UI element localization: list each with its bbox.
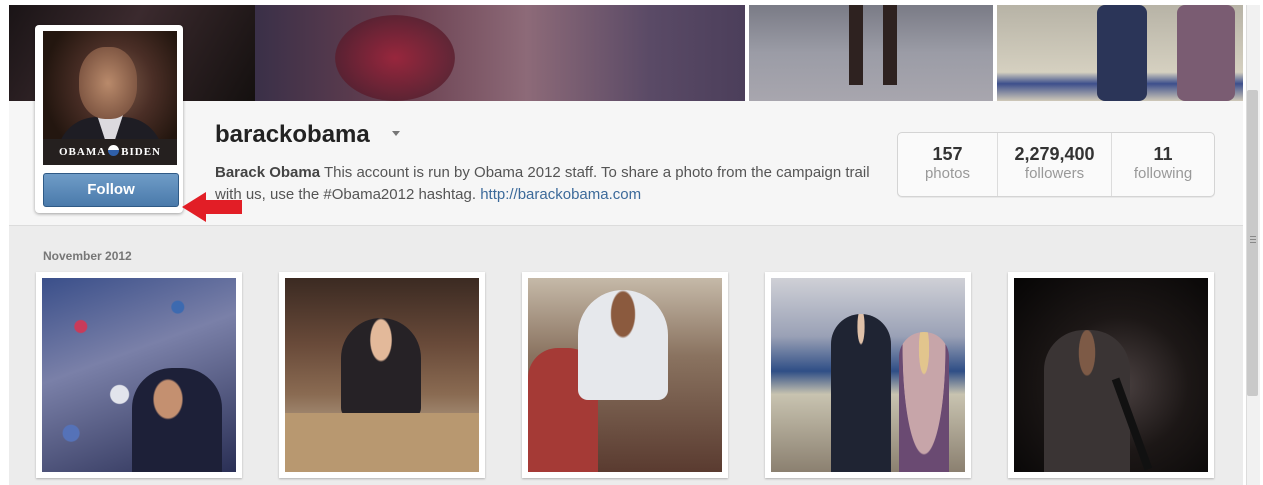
profile-avatar[interactable]: OBAMA BIDEN: [43, 31, 177, 165]
profile-stats: 157 photos 2,279,400 followers 11 follow…: [897, 132, 1215, 197]
photo-thumbnail[interactable]: [522, 272, 728, 478]
photo-thumbnail[interactable]: [36, 272, 242, 478]
scrollbar-thumb[interactable]: [1247, 90, 1258, 396]
username-dropdown-caret-icon[interactable]: [392, 131, 400, 136]
cover-photo: [255, 5, 749, 101]
photo-thumbnail[interactable]: [279, 272, 485, 478]
cover-photo: [749, 5, 995, 101]
stat-label: followers: [1024, 165, 1085, 182]
photo-thumbnail[interactable]: [765, 272, 971, 478]
stat-value: 11: [1153, 144, 1173, 164]
profile-full-name: Barack Obama: [215, 164, 321, 181]
stat-value: 2,279,400: [1014, 144, 1095, 164]
stat-photos[interactable]: 157 photos: [898, 133, 998, 196]
profile-bio: Barack Obama This account is run by Obam…: [215, 162, 875, 206]
stat-followers[interactable]: 2,279,400 followers: [998, 133, 1112, 196]
profile-username: barackobama: [215, 121, 370, 148]
stat-value: 157: [932, 144, 963, 164]
cover-photo-strip: [9, 5, 1243, 101]
stat-label: following: [1133, 165, 1193, 182]
website-link[interactable]: http://barackobama.com: [480, 186, 641, 203]
stat-label: photos: [924, 165, 971, 182]
month-heading: November 2012: [43, 249, 132, 263]
follow-button[interactable]: Follow: [43, 173, 179, 207]
stat-following[interactable]: 11 following: [1112, 133, 1214, 196]
avatar-banner: OBAMA BIDEN: [43, 139, 177, 165]
scrollbar-grip-icon: [1250, 236, 1256, 237]
profile-card: OBAMA BIDEN Follow: [35, 25, 183, 213]
campaign-logo-icon: [108, 145, 120, 156]
photo-thumbnail[interactable]: [1008, 272, 1214, 478]
cover-photo: [997, 5, 1243, 101]
